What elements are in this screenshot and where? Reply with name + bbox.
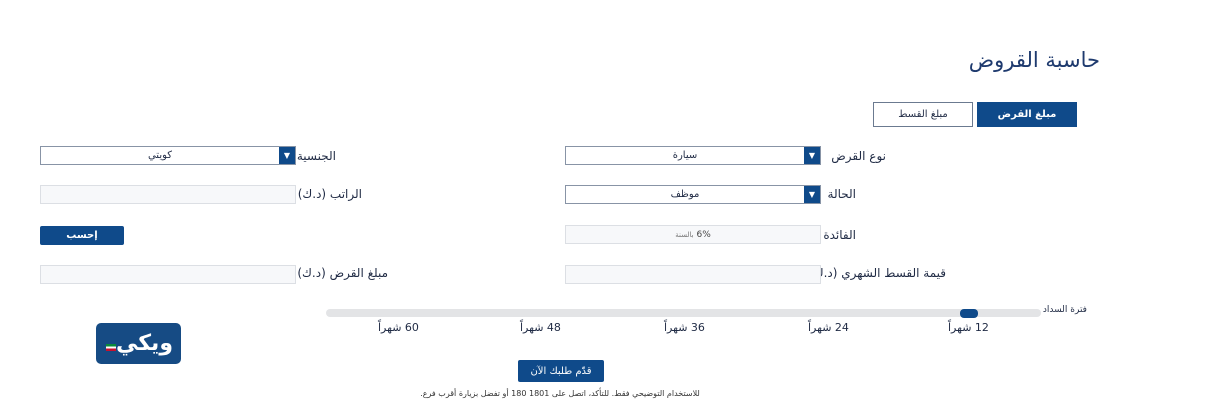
chevron-down-icon[interactable]: ▼ xyxy=(279,147,295,164)
slider-tick-12: 12 شهراً xyxy=(948,321,989,334)
status-label: الحالة xyxy=(827,187,856,201)
salary-input[interactable] xyxy=(40,185,296,204)
logo-text: ويكي xyxy=(116,331,173,356)
loan-amount-label: مبلغ القرض (د.ك) xyxy=(297,266,388,280)
status-value: موظف xyxy=(670,189,700,200)
loan-type-select[interactable]: سيارة ▼ xyxy=(565,146,821,165)
chevron-down-icon[interactable]: ▼ xyxy=(804,147,820,164)
calculate-button[interactable]: إحسب xyxy=(40,226,124,245)
apply-now-button[interactable]: قدّم طلبك الآن xyxy=(518,360,604,382)
interest-field: 6% بالسنة xyxy=(565,225,821,244)
chevron-down-icon[interactable]: ▼ xyxy=(804,186,820,203)
slider-tick-36: 36 شهراً xyxy=(664,321,705,334)
interest-value: 6% xyxy=(696,229,711,240)
disclaimer-text: للاستخدام التوضيحي فقط. للتأكد، اتصل على… xyxy=(420,389,700,398)
weekee-logo: ويكي xyxy=(96,323,181,364)
loan-type-label: نوع القرض xyxy=(831,149,886,163)
nationality-label: الجنسية xyxy=(296,149,336,163)
monthly-installment-output xyxy=(565,265,821,284)
tab-loan-amount[interactable]: مبلغ القرض xyxy=(977,102,1077,127)
partial-heading: ... xyxy=(920,404,935,413)
loan-type-value: سيارة xyxy=(672,150,698,161)
slider-tick-60: 60 شهراً xyxy=(378,321,419,334)
nationality-value: كويتي xyxy=(147,150,173,161)
page-title: حاسبة القروض xyxy=(968,48,1100,72)
nationality-select[interactable]: كويتي ▼ xyxy=(40,146,296,165)
tab-installment-amount[interactable]: مبلغ القسط xyxy=(873,102,973,127)
slider-tick-24: 24 شهراً xyxy=(808,321,849,334)
slider-tick-48: 48 شهراً xyxy=(520,321,561,334)
loan-amount-output xyxy=(40,265,296,284)
monthly-installment-label: قيمة القسط الشهري (د.ك) xyxy=(809,266,946,280)
repayment-slider-thumb[interactable] xyxy=(960,309,978,318)
interest-unit: بالسنة xyxy=(675,230,694,239)
kuwait-flag-icon xyxy=(106,344,116,351)
repayment-period-label: فترة السداد xyxy=(1042,305,1087,315)
repayment-slider-track[interactable] xyxy=(326,309,1041,317)
salary-label: الراتب (د.ك) xyxy=(297,187,362,201)
status-select[interactable]: موظف ▼ xyxy=(565,185,821,204)
interest-label: الفائدة xyxy=(823,228,856,242)
